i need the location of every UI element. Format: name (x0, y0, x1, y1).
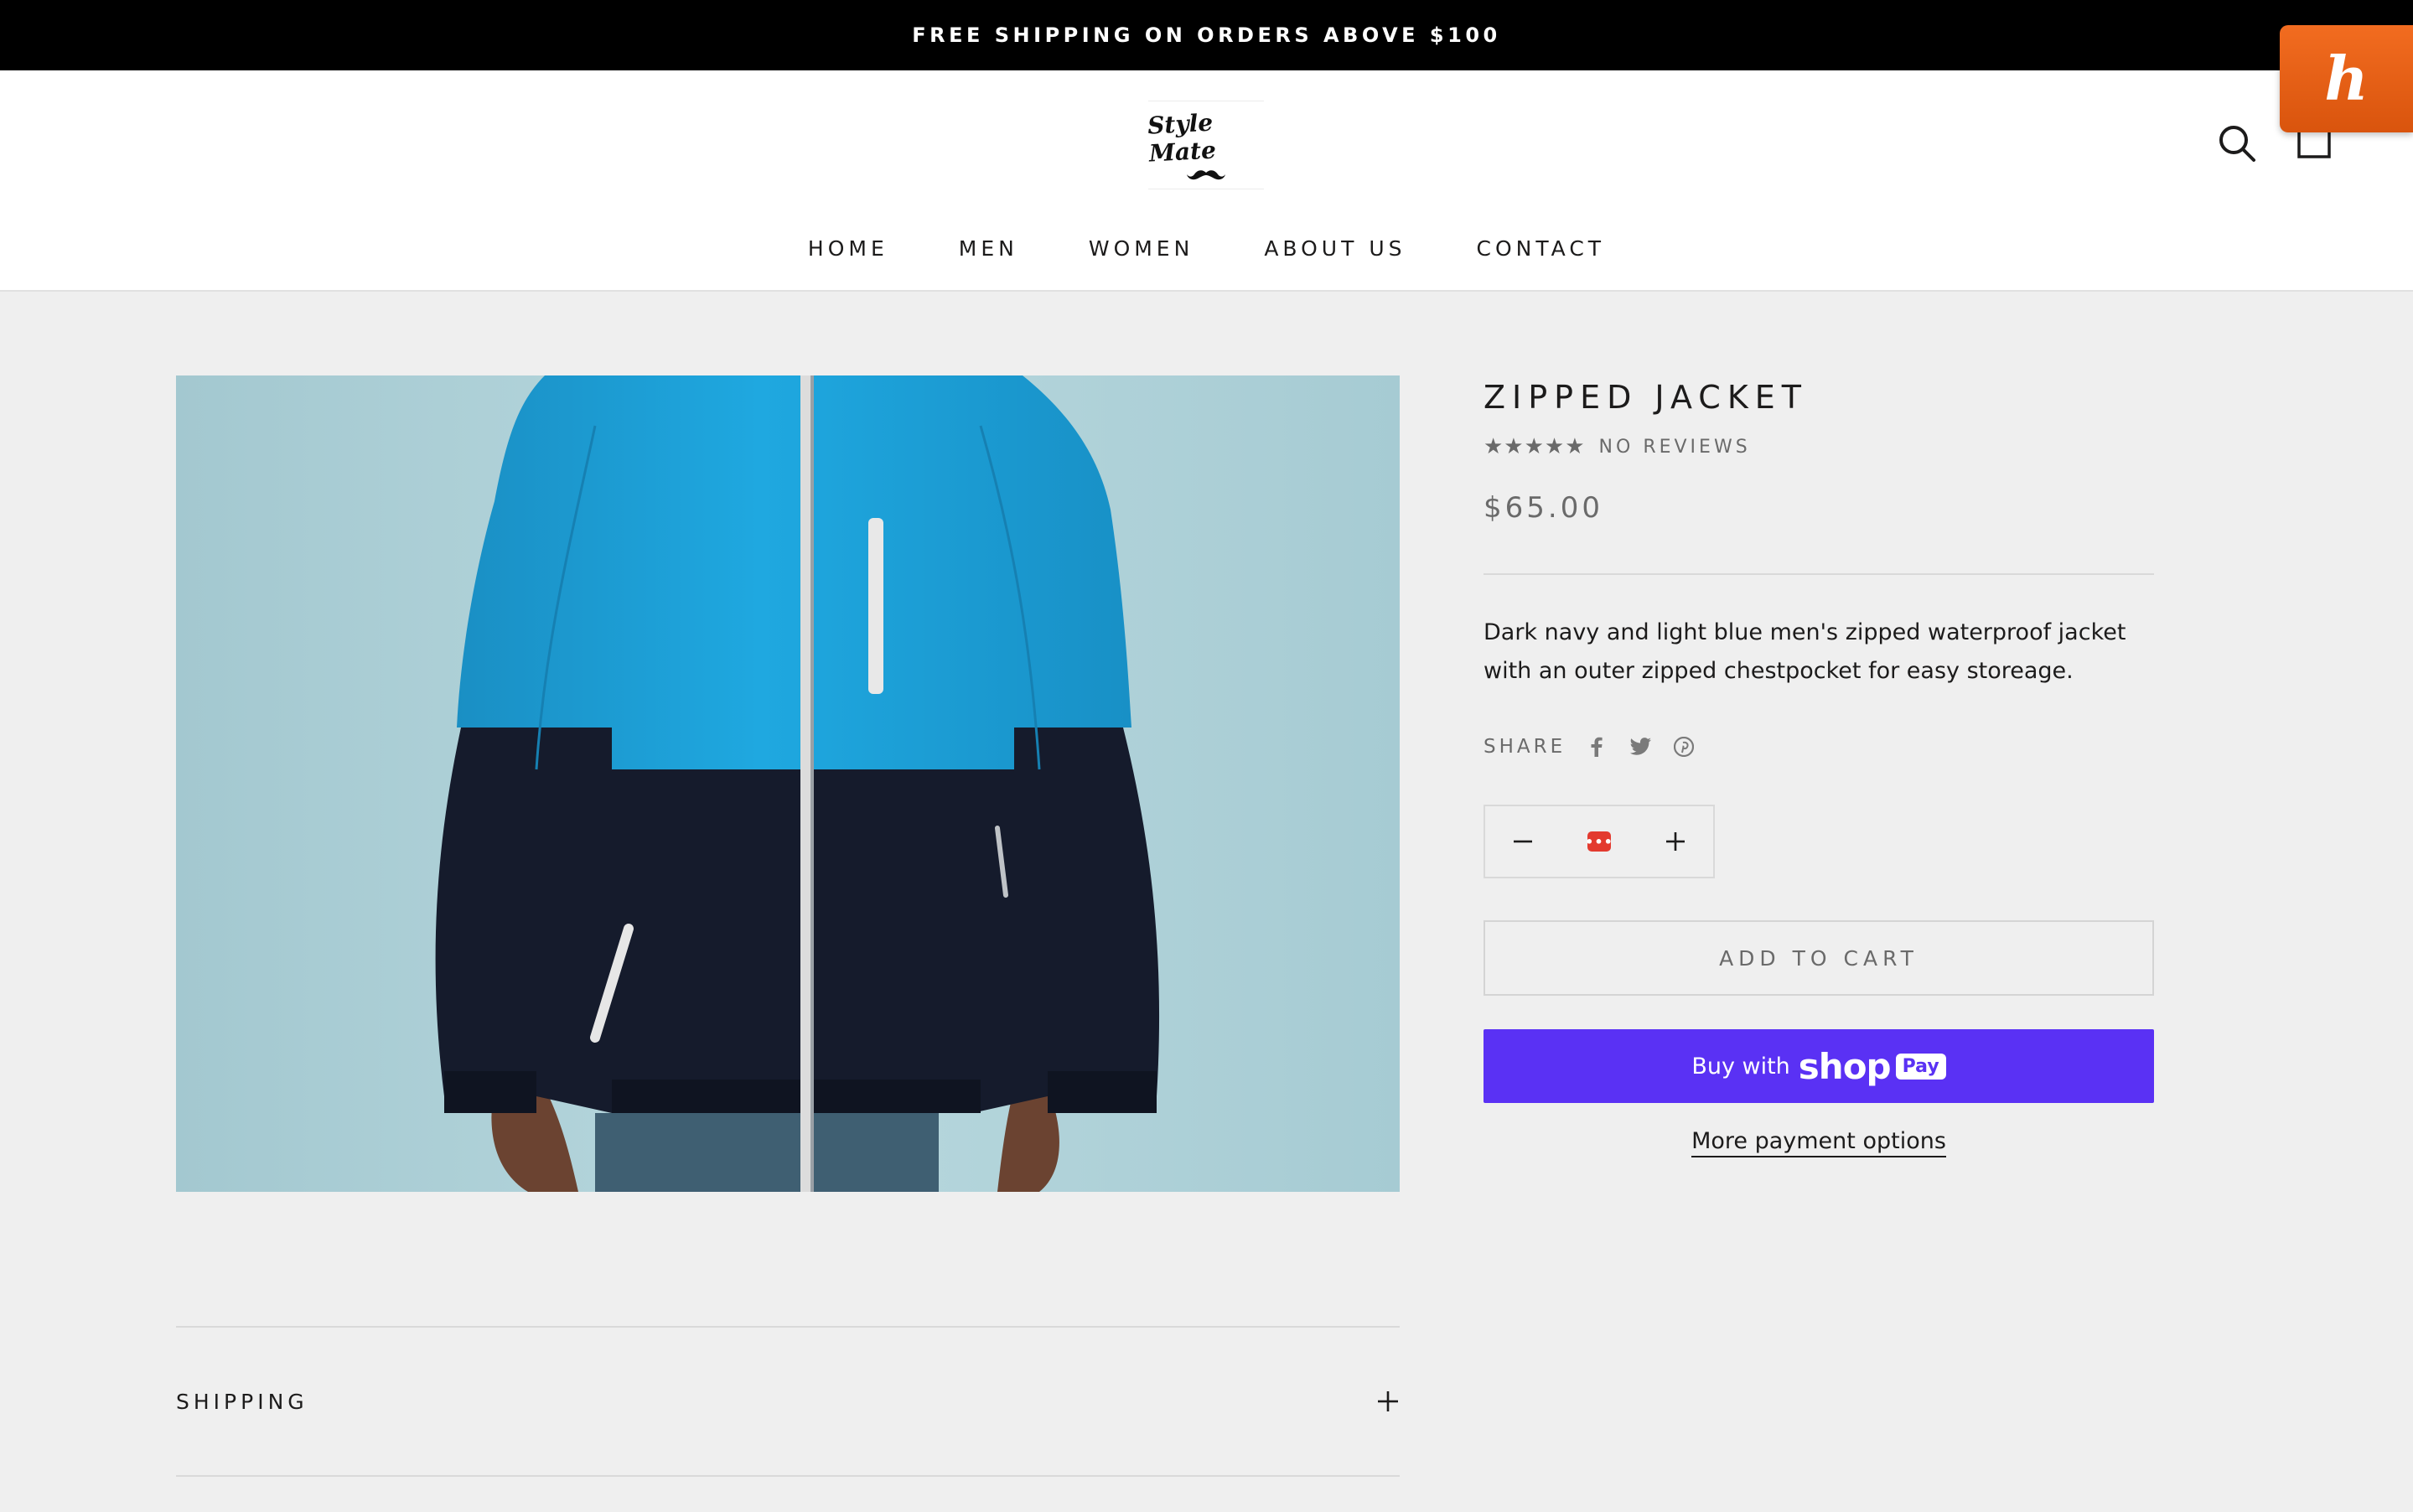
quantity-input[interactable]: ••• (1585, 831, 1613, 852)
nav-men[interactable]: MEN (959, 236, 1018, 261)
product-title: ZIPPED JACKET (1484, 379, 1808, 416)
share-row: SHARE (1484, 734, 1696, 759)
product-price: $65.00 (1484, 491, 1603, 525)
main-nav: HOME MEN WOMEN ABOUT US CONTACT (0, 226, 2413, 270)
honey-logo-icon: h (2324, 43, 2369, 114)
nav-about-us[interactable]: ABOUT US (1264, 236, 1406, 261)
shop-pay-button[interactable]: Buy with shop Pay (1484, 1029, 2154, 1103)
mustache-icon (1187, 170, 1225, 180)
add-to-cart-button[interactable]: ADD TO CART (1484, 920, 2154, 996)
accordion-divider-bottom (176, 1475, 1400, 1477)
shipping-label: SHIPPING (176, 1389, 308, 1414)
nav-women[interactable]: WOMEN (1089, 236, 1194, 261)
honey-extension-button[interactable]: h (2280, 25, 2413, 132)
brand-name: Style Mate (1147, 108, 1217, 168)
shop-pay-badge: Pay (1895, 1053, 1946, 1080)
site-header: Style Mate HOME MEN WOMEN ABOUT US CONTA… (0, 70, 2413, 292)
pinterest-icon[interactable] (1671, 734, 1696, 759)
brand-logo[interactable]: Style Mate (1147, 101, 1264, 189)
announcement-bar: FREE SHIPPING ON ORDERS ABOVE $100 (0, 0, 2413, 70)
facebook-icon[interactable] (1584, 734, 1609, 759)
nav-contact[interactable]: CONTACT (1477, 236, 1606, 261)
shipping-accordion[interactable]: SHIPPING (176, 1328, 1400, 1475)
divider (1484, 573, 2154, 575)
search-icon[interactable] (2218, 124, 2256, 163)
more-payment-options: More payment options (1484, 1128, 2154, 1157)
share-label: SHARE (1484, 736, 1566, 758)
more-payment-options-link[interactable]: More payment options (1691, 1128, 1946, 1157)
plus-icon (1378, 1391, 1398, 1411)
quantity-increase-button[interactable] (1638, 806, 1713, 877)
buy-with-label: Buy with (1691, 1053, 1790, 1080)
reviews-count: NO REVIEWS (1598, 436, 1751, 458)
product-image[interactable] (176, 375, 1400, 1192)
nav-home[interactable]: HOME (808, 236, 888, 261)
quantity-decrease-button[interactable] (1485, 806, 1561, 877)
product-description: Dark navy and light blue men's zipped wa… (1484, 619, 2126, 684)
shop-pay-logo: shop (1798, 1045, 1892, 1087)
product-rating[interactable]: ★★★★★ NO REVIEWS (1484, 434, 1751, 459)
rating-stars: ★★★★★ (1484, 434, 1586, 459)
quantity-selector: ••• (1484, 805, 1715, 878)
twitter-icon[interactable] (1628, 734, 1653, 759)
announcement-text: FREE SHIPPING ON ORDERS ABOVE $100 (912, 23, 1501, 47)
jacket-photo (176, 375, 1400, 1192)
